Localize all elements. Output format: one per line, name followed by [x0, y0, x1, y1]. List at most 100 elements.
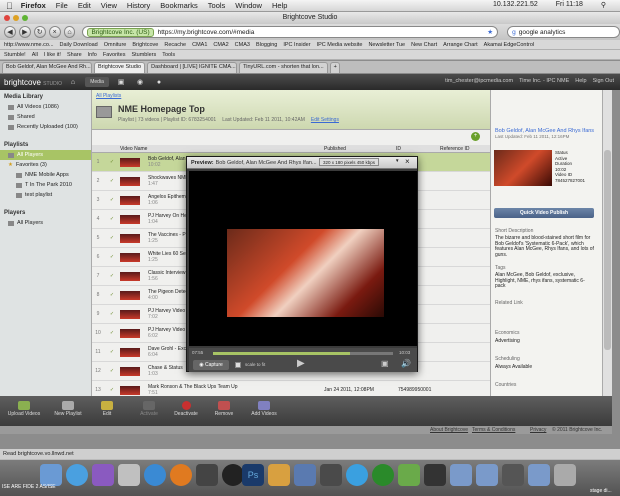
stop-icon[interactable]: ×: [48, 26, 61, 38]
bookmark-item[interactable]: CMA2: [213, 42, 228, 48]
seek-bar[interactable]: [213, 352, 393, 355]
share-button[interactable]: Share: [67, 52, 82, 58]
sidebar-item-shared[interactable]: Shared: [0, 112, 91, 122]
details-scrollbar[interactable]: [602, 90, 612, 396]
app-icon[interactable]: [320, 464, 342, 486]
trash-icon[interactable]: [554, 464, 576, 486]
app-icon[interactable]: [222, 464, 244, 486]
mute-icon[interactable]: 🔊: [401, 359, 411, 368]
deactivate-button[interactable]: Deactivate: [170, 401, 202, 417]
spotlight-icon[interactable]: ⚲: [601, 1, 606, 9]
home-nav-icon[interactable]: ⌂: [66, 77, 80, 87]
quality-select[interactable]: 320 x 180 pixels 450 kbps: [319, 158, 380, 166]
fullscreen-icon[interactable]: ▣: [381, 359, 389, 368]
menu-edit[interactable]: Edit: [78, 1, 91, 10]
stumble-all[interactable]: All: [32, 52, 38, 58]
back-icon[interactable]: ◀: [4, 26, 16, 38]
footer-terms[interactable]: Terms & Conditions: [472, 427, 515, 433]
downloads-icon[interactable]: [528, 464, 550, 486]
menu-help[interactable]: Help: [272, 1, 287, 10]
menu-view[interactable]: View: [101, 1, 117, 10]
scheduling-value[interactable]: Always Available: [491, 364, 599, 372]
help-link[interactable]: Help: [575, 78, 586, 84]
bookmark-item[interactable]: Omniture: [104, 42, 127, 48]
firefox-icon[interactable]: [170, 464, 192, 486]
sidebar-item-all-playlists[interactable]: All Players: [0, 150, 91, 160]
stumblers-button[interactable]: Stumblers: [131, 52, 156, 58]
activate-button[interactable]: Activate: [134, 401, 164, 417]
breadcrumb-all-playlists[interactable]: All Playlists: [92, 90, 490, 102]
bookmark-item[interactable]: CMA1: [192, 42, 207, 48]
app-icon[interactable]: [268, 464, 290, 486]
site-identity[interactable]: Brightcove Inc. (US): [87, 27, 154, 37]
folder-icon[interactable]: [476, 464, 498, 486]
bookmark-item[interactable]: Newsletter Tue: [368, 42, 405, 48]
sidebar-item-all-players[interactable]: All Players: [0, 218, 91, 228]
close-icon[interactable]: ×: [405, 157, 410, 166]
settings-nav-icon[interactable]: ●: [152, 77, 166, 87]
favorites-button[interactable]: Favorites: [103, 52, 126, 58]
play-icon[interactable]: ▶: [297, 358, 305, 369]
sidebar-item-recent[interactable]: Recently Uploaded (100): [0, 122, 91, 132]
tab-brightcove[interactable]: Brightcove Studio: [94, 62, 146, 73]
url-text[interactable]: https://my.brightcove.com/#media: [158, 29, 255, 36]
col-video-name[interactable]: Video Name: [120, 146, 147, 152]
safari-icon[interactable]: [144, 464, 166, 486]
app-icon[interactable]: [424, 464, 446, 486]
footer-about[interactable]: About Brightcove: [430, 427, 468, 433]
menu-window[interactable]: Window: [235, 1, 262, 10]
sign-out-link[interactable]: Sign Out: [593, 78, 614, 84]
zoom-window-icon[interactable]: [22, 15, 28, 21]
tools-button[interactable]: Tools: [162, 52, 175, 58]
tab-dashboard[interactable]: Dashboard | [LIVE] IGNITE CMA...: [147, 62, 238, 73]
menu-bookmarks[interactable]: Bookmarks: [160, 1, 198, 10]
search-field-value[interactable]: google analytics: [519, 29, 566, 36]
sidebar-item-all-videos[interactable]: All Videos (1086): [0, 102, 91, 112]
menu-history[interactable]: History: [127, 1, 150, 10]
bookmark-item[interactable]: Recache: [164, 42, 186, 48]
sidebar-item-playlist[interactable]: T In The Park 2010: [0, 180, 91, 190]
spotify-icon[interactable]: [372, 464, 394, 486]
economics-value[interactable]: Advertising: [491, 338, 599, 346]
sidebar-item-favorites[interactable]: ★ Favorites (3): [0, 160, 91, 170]
bookmark-item[interactable]: Brightcove: [132, 42, 158, 48]
video-player[interactable]: [189, 171, 417, 346]
tags-value[interactable]: Alan McGee, Bob Geldof, exclusive, Highl…: [491, 272, 599, 292]
reload-icon[interactable]: ↻: [33, 26, 46, 38]
app-icon[interactable]: [398, 464, 420, 486]
account-name[interactable]: Time Inc. - IPC NME: [519, 78, 569, 84]
add-videos-button[interactable]: Add Videos: [246, 401, 282, 417]
new-tab-icon[interactable]: +: [329, 62, 340, 73]
edit-settings-link[interactable]: Edit Settings: [311, 117, 339, 123]
edit-button[interactable]: Edit: [96, 401, 118, 417]
photoshop-icon[interactable]: Ps: [242, 464, 264, 486]
bookmark-item[interactable]: http://www.nme.co...: [4, 42, 54, 48]
chevron-down-icon[interactable]: ▼: [395, 158, 399, 163]
quick-video-publish-button[interactable]: Quick Video Publish: [494, 208, 594, 218]
bookmark-item[interactable]: Daily Download: [60, 42, 98, 48]
short-description[interactable]: The bizarre and blood-stained short film…: [491, 235, 599, 260]
menu-app-name[interactable]: Firefox: [21, 1, 46, 10]
stumble-button[interactable]: Stumble!: [4, 52, 26, 58]
app-icon[interactable]: [294, 464, 316, 486]
upload-videos-button[interactable]: Upload Videos: [4, 401, 44, 417]
bookmark-item[interactable]: Akamai EdgeControl: [484, 42, 534, 48]
ichat-icon[interactable]: [346, 464, 368, 486]
sync-icon[interactable]: [92, 464, 114, 486]
bookmark-item[interactable]: Blogging: [256, 42, 277, 48]
app-icon[interactable]: [502, 464, 524, 486]
scrollbar-thumb[interactable]: [604, 150, 611, 350]
remove-button[interactable]: Remove: [208, 401, 240, 417]
bookmark-item[interactable]: IPC Insider: [283, 42, 310, 48]
bookmark-star-icon[interactable]: ★: [487, 28, 493, 36]
sidebar-item-playlist[interactable]: test playlist: [0, 190, 91, 200]
footer-privacy[interactable]: Privacy: [530, 427, 546, 433]
ical-icon[interactable]: [118, 464, 140, 486]
itunes-icon[interactable]: [66, 464, 88, 486]
col-id[interactable]: ID: [396, 146, 401, 152]
sidebar-item-playlist[interactable]: NME Mobile Apps: [0, 170, 91, 180]
menu-tools[interactable]: Tools: [208, 1, 226, 10]
scale-checkbox[interactable]: [235, 362, 241, 368]
menu-file[interactable]: File: [56, 1, 68, 10]
app-icon[interactable]: [196, 464, 218, 486]
